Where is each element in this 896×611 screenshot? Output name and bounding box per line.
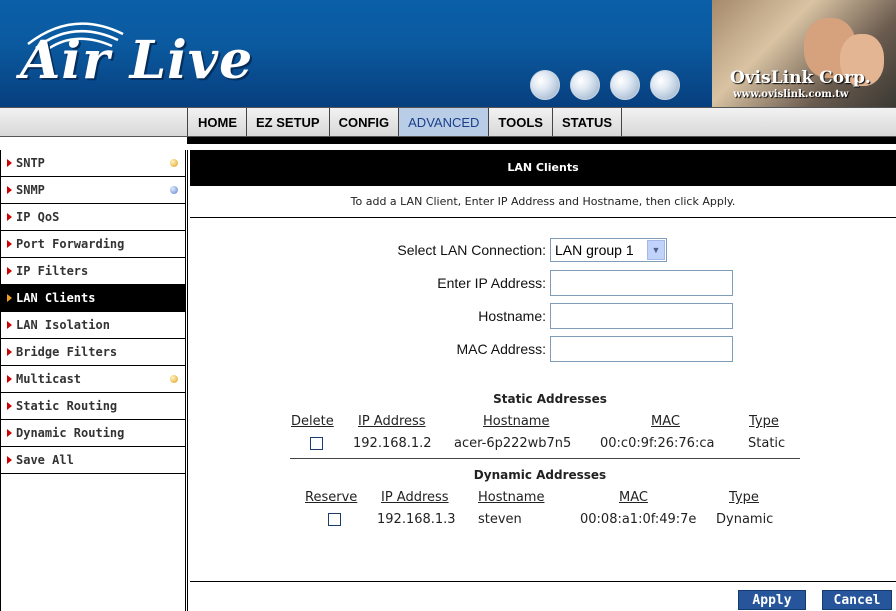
col-mac: MAC <box>651 414 680 429</box>
tab-home[interactable]: HOME <box>189 108 247 136</box>
tab-advanced[interactable]: ADVANCED <box>399 108 490 136</box>
corp-url: www.ovislink.com.tw <box>733 89 849 100</box>
sidebar-item-ip-qos[interactable]: IP QoS <box>1 204 185 231</box>
arrow-icon <box>7 375 12 383</box>
mac-address-input[interactable] <box>550 336 733 362</box>
col-type: Type <box>729 490 759 505</box>
nav-bar: HOME EZ SETUP CONFIG ADVANCED TOOLS STAT… <box>0 107 896 137</box>
sidebar: SNTP SNMP IP QoS Port Forwarding IP Filt… <box>0 150 188 611</box>
sidebar-item-lan-isolation[interactable]: LAN Isolation <box>1 312 185 339</box>
globe-icon <box>530 70 560 100</box>
mac-address-row: MAC Address: <box>246 336 733 362</box>
col-hostname: Hostname <box>483 414 550 429</box>
arrow-icon <box>7 429 12 437</box>
page-title: LAN Clients <box>190 150 896 186</box>
row-type: Static <box>748 436 786 451</box>
status-dot-icon <box>170 186 178 194</box>
instruction-text: To add a LAN Client, Enter IP Address an… <box>190 186 896 218</box>
sidebar-item-sntp[interactable]: SNTP <box>1 150 185 177</box>
tab-ez-setup[interactable]: EZ SETUP <box>247 108 330 136</box>
main-panel: LAN Clients To add a LAN Client, Enter I… <box>190 150 896 611</box>
cancel-button[interactable]: Cancel <box>822 590 892 610</box>
arrow-icon <box>7 321 12 329</box>
sidebar-item-save-all[interactable]: Save All <box>1 447 185 474</box>
airlive-logo: Air Live <box>20 30 254 91</box>
globe-icon <box>650 70 680 100</box>
delete-checkbox[interactable] <box>310 437 323 450</box>
lan-connection-label: Select LAN Connection: <box>397 242 546 258</box>
sidebar-item-lan-clients[interactable]: LAN Clients <box>1 285 185 312</box>
status-dot-icon <box>170 159 178 167</box>
ip-address-row: Enter IP Address: <box>246 270 733 296</box>
arrow-icon <box>7 159 12 167</box>
arrow-icon <box>7 294 12 302</box>
status-dot-icon <box>170 375 178 383</box>
col-reserve: Reserve <box>305 490 358 505</box>
row-mac: 00:c0:9f:26:76:ca <box>600 436 715 451</box>
dynamic-addresses-heading: Dynamic Addresses <box>473 468 607 482</box>
row-hostname: steven <box>478 512 522 527</box>
globe-icon <box>610 70 640 100</box>
arrow-icon <box>7 267 12 275</box>
footer-divider <box>190 581 896 582</box>
arrow-icon <box>7 213 12 221</box>
sidebar-item-port-forwarding[interactable]: Port Forwarding <box>1 231 185 258</box>
corp-name: OvisLink Corp. <box>730 68 871 88</box>
sidebar-item-static-routing[interactable]: Static Routing <box>1 393 185 420</box>
header-banner: Air Live OvisLink Corp. www.ovislink.com… <box>0 0 896 107</box>
globe-icon <box>570 70 600 100</box>
ip-address-label: Enter IP Address: <box>437 275 546 291</box>
sidebar-item-snmp[interactable]: SNMP <box>1 177 185 204</box>
sidebar-item-ip-filters[interactable]: IP Filters <box>1 258 185 285</box>
row-ip: 192.168.1.2 <box>353 436 432 451</box>
hostname-row: Hostname: <box>246 303 733 329</box>
mac-address-label: MAC Address: <box>456 341 546 357</box>
sidebar-item-dynamic-routing[interactable]: Dynamic Routing <box>1 420 185 447</box>
arrow-icon <box>7 456 12 464</box>
row-type: Dynamic <box>716 512 774 527</box>
col-ip-address: IP Address <box>358 414 426 429</box>
static-addresses-heading: Static Addresses <box>493 392 607 406</box>
row-hostname: acer-6p222wb7n5 <box>454 436 572 451</box>
col-mac: MAC <box>619 490 648 505</box>
col-type: Type <box>749 414 779 429</box>
sidebar-item-multicast[interactable]: Multicast <box>1 366 185 393</box>
row-mac: 00:08:a1:0f:49:7e <box>580 512 697 527</box>
arrow-icon <box>7 402 12 410</box>
globe-icons <box>530 70 680 100</box>
tab-config[interactable]: CONFIG <box>330 108 400 136</box>
chevron-down-icon[interactable]: ▼ <box>647 240 665 260</box>
tab-status[interactable]: STATUS <box>553 108 623 136</box>
arrow-icon <box>7 186 12 194</box>
col-hostname: Hostname <box>478 490 545 505</box>
row-ip: 192.168.1.3 <box>377 512 456 527</box>
col-delete: Delete <box>291 414 334 429</box>
hostname-input[interactable] <box>550 303 733 329</box>
reserve-checkbox[interactable] <box>328 513 341 526</box>
tab-tools[interactable]: TOOLS <box>489 108 553 136</box>
lan-connection-row: Select LAN Connection: LAN group 1 ▼ <box>246 238 667 262</box>
hostname-label: Hostname: <box>478 308 546 324</box>
apply-button[interactable]: Apply <box>738 590 806 610</box>
section-divider <box>290 458 800 459</box>
nav-tabs: HOME EZ SETUP CONFIG ADVANCED TOOLS STAT… <box>189 108 623 136</box>
sidebar-item-bridge-filters[interactable]: Bridge Filters <box>1 339 185 366</box>
lan-connection-select[interactable]: LAN group 1 ▼ <box>550 238 667 262</box>
col-ip-address: IP Address <box>381 490 449 505</box>
arrow-icon <box>7 348 12 356</box>
ip-address-input[interactable] <box>550 270 733 296</box>
arrow-icon <box>7 240 12 248</box>
